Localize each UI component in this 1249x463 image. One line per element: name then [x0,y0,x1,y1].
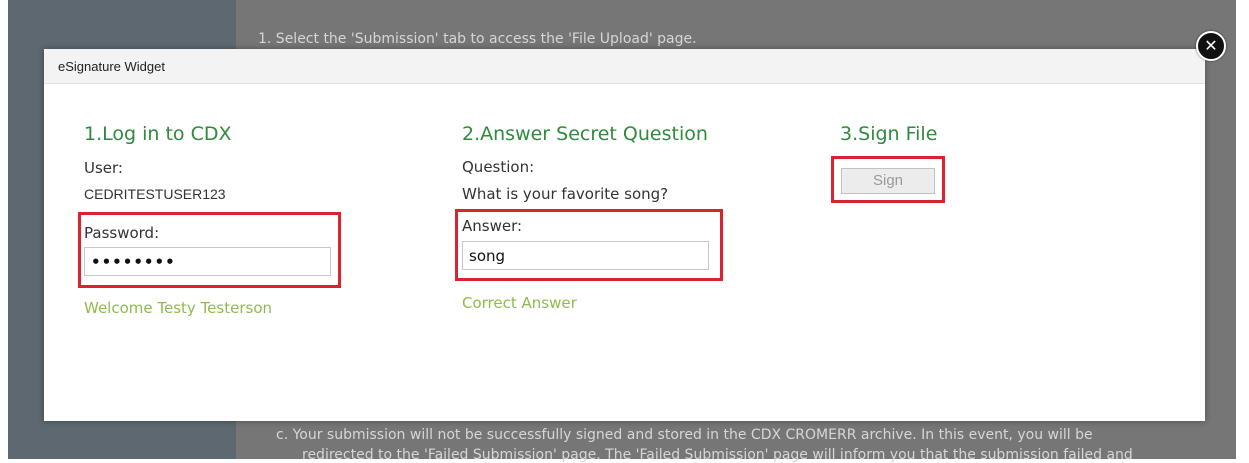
close-icon: ✕ [1204,36,1218,55]
background-instruction-bottom-1: c. Your submission will not be successfu… [276,427,1093,443]
question-label: Question: [462,158,535,176]
password-label: Password: [84,224,160,242]
question-text: What is your favorite song? [462,185,669,203]
sign-heading: 3.Sign File [840,123,938,145]
sign-button[interactable]: Sign [841,168,935,194]
background-instruction-bottom-2: redirected to the 'Failed Submission' pa… [302,447,1133,463]
dialog-title: eSignature Widget [58,59,165,74]
user-value: CEDRITESTUSER123 [84,186,226,202]
answer-label: Answer: [462,217,523,235]
dialog-header: eSignature Widget [44,49,1205,84]
answer-status: Correct Answer [462,294,577,312]
user-label: User: [84,159,123,177]
question-heading: 2.Answer Secret Question [462,123,708,145]
login-heading: 1.Log in to CDX [84,123,232,145]
password-field[interactable] [84,247,331,276]
close-button[interactable]: ✕ [1196,31,1226,61]
answer-field[interactable] [462,241,709,270]
esignature-dialog: eSignature Widget 1.Log in to CDX User: … [44,49,1205,421]
welcome-message: Welcome Testy Testerson [84,299,272,317]
background-instruction-top: 1. Select the 'Submission' tab to access… [258,31,697,47]
